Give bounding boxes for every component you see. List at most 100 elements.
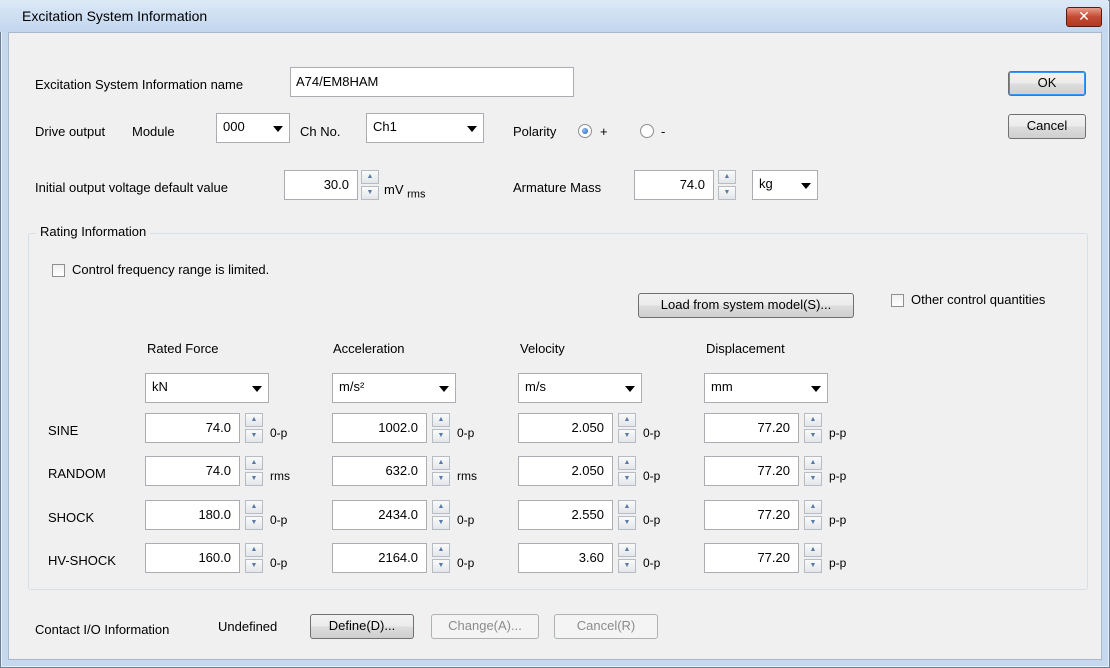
initial-voltage-input[interactable]: 30.0 bbox=[284, 170, 358, 200]
rating-value-input[interactable]: 2164.0 bbox=[332, 543, 427, 573]
name-label: Excitation System Information name bbox=[35, 77, 244, 92]
rating-value-spinner[interactable]: ▲ ▼ bbox=[432, 500, 450, 530]
rating-value-input[interactable]: 77.20 bbox=[704, 456, 799, 486]
polarity-plus-label: + bbox=[600, 124, 608, 139]
other-control-quantities-label: Other control quantities bbox=[911, 292, 1046, 307]
displacement-unit-select[interactable]: mm bbox=[704, 373, 828, 403]
rating-value-input[interactable]: 3.60 bbox=[518, 543, 613, 573]
contact-cancel-button[interactable]: Cancel(R) bbox=[554, 614, 658, 639]
rating-value-input[interactable]: 77.20 bbox=[704, 500, 799, 530]
rating-value-spinner[interactable]: ▲ ▼ bbox=[245, 456, 263, 486]
rating-value-spinner[interactable]: ▲ ▼ bbox=[432, 413, 450, 443]
polarity-minus-radio[interactable] bbox=[640, 124, 654, 138]
rating-value-input[interactable]: 74.0 bbox=[145, 456, 240, 486]
mass-unit-select[interactable]: kg bbox=[752, 170, 818, 200]
rating-value-spinner[interactable]: ▲ ▼ bbox=[432, 543, 450, 573]
rating-suffix: 0-p bbox=[643, 469, 661, 483]
armature-mass-input[interactable]: 74.0 bbox=[634, 170, 714, 200]
rating-suffix: p-p bbox=[829, 426, 847, 440]
acceleration-unit-value: m/s² bbox=[339, 379, 365, 394]
chevron-down-icon bbox=[801, 183, 811, 189]
rating-suffix: 0-p bbox=[270, 513, 288, 527]
row-label: HV-SHOCK bbox=[48, 553, 116, 568]
ok-button[interactable]: OK bbox=[1008, 71, 1086, 96]
rating-suffix: 0-p bbox=[643, 556, 661, 570]
rating-information-group bbox=[28, 233, 1088, 590]
armature-mass-spinner[interactable]: ▲ ▼ bbox=[718, 170, 736, 200]
rating-suffix: p-p bbox=[829, 556, 847, 570]
define-button[interactable]: Define(D)... bbox=[310, 614, 414, 639]
rating-value-input[interactable]: 74.0 bbox=[145, 413, 240, 443]
acceleration-unit-select[interactable]: m/s² bbox=[332, 373, 456, 403]
rating-value-spinner[interactable]: ▲ ▼ bbox=[245, 543, 263, 573]
name-input[interactable]: A74/EM8HAM bbox=[290, 67, 574, 97]
rating-suffix: 0-p bbox=[457, 556, 475, 570]
module-value: 000 bbox=[223, 119, 245, 134]
rating-value-spinner[interactable]: ▲ ▼ bbox=[618, 500, 636, 530]
polarity-label: Polarity bbox=[513, 124, 557, 139]
rating-value-input[interactable]: 77.20 bbox=[704, 413, 799, 443]
rating-suffix: rms bbox=[270, 469, 290, 483]
control-frequency-checkbox[interactable] bbox=[52, 264, 65, 277]
rating-suffix: 0-p bbox=[643, 426, 661, 440]
col-header-velocity: Velocity bbox=[520, 341, 565, 356]
ch-no-label: Ch No. bbox=[300, 124, 341, 139]
velocity-unit-value: m/s bbox=[525, 379, 546, 394]
rating-value-spinner[interactable]: ▲ ▼ bbox=[432, 456, 450, 486]
load-from-system-model-button[interactable]: Load from system model(S)... bbox=[638, 293, 854, 318]
chevron-down-icon bbox=[439, 386, 449, 392]
rating-value-spinner[interactable]: ▲ ▼ bbox=[245, 500, 263, 530]
rating-value-spinner[interactable]: ▲ ▼ bbox=[804, 543, 822, 573]
rating-value-input[interactable]: 77.20 bbox=[704, 543, 799, 573]
rating-suffix: 0-p bbox=[643, 513, 661, 527]
col-header-rated-force: Rated Force bbox=[147, 341, 219, 356]
rating-value-input[interactable]: 2.050 bbox=[518, 456, 613, 486]
other-control-quantities-checkbox[interactable] bbox=[891, 294, 904, 307]
rating-value-input[interactable]: 180.0 bbox=[145, 500, 240, 530]
row-label: SINE bbox=[48, 423, 79, 438]
chevron-down-icon bbox=[467, 126, 477, 132]
rating-information-title: Rating Information bbox=[36, 224, 151, 239]
rating-value-spinner[interactable]: ▲ ▼ bbox=[618, 456, 636, 486]
module-label: Module bbox=[132, 124, 175, 139]
contact-io-label: Contact I/O Information bbox=[35, 622, 170, 637]
row-label: SHOCK bbox=[48, 510, 95, 525]
initial-voltage-unit: mV rms bbox=[384, 182, 425, 201]
cancel-button[interactable]: Cancel bbox=[1008, 114, 1086, 139]
rating-suffix: rms bbox=[457, 469, 477, 483]
rating-suffix: 0-p bbox=[457, 426, 475, 440]
rating-value-spinner[interactable]: ▲ ▼ bbox=[804, 500, 822, 530]
change-button[interactable]: Change(A)... bbox=[431, 614, 539, 639]
velocity-unit-select[interactable]: m/s bbox=[518, 373, 642, 403]
displacement-unit-value: mm bbox=[711, 379, 733, 394]
rating-value-input[interactable]: 1002.0 bbox=[332, 413, 427, 443]
rating-suffix: 0-p bbox=[457, 513, 475, 527]
force-unit-select[interactable]: kN bbox=[145, 373, 269, 403]
channel-value: Ch1 bbox=[373, 119, 397, 134]
rating-value-spinner[interactable]: ▲ ▼ bbox=[618, 413, 636, 443]
initial-voltage-label: Initial output voltage default value bbox=[35, 180, 228, 195]
rating-value-spinner[interactable]: ▲ ▼ bbox=[618, 543, 636, 573]
module-select[interactable]: 000 bbox=[216, 113, 290, 143]
drive-output-label: Drive output bbox=[35, 124, 106, 139]
col-header-displacement: Displacement bbox=[706, 341, 785, 356]
voltage-unit-sub: rms bbox=[407, 188, 426, 201]
rating-value-spinner[interactable]: ▲ ▼ bbox=[804, 413, 822, 443]
rating-value-input[interactable]: 2434.0 bbox=[332, 500, 427, 530]
row-label: RANDOM bbox=[48, 466, 106, 481]
rating-value-input[interactable]: 2.550 bbox=[518, 500, 613, 530]
rating-value-input[interactable]: 632.0 bbox=[332, 456, 427, 486]
chevron-down-icon bbox=[273, 126, 283, 132]
close-icon[interactable]: ✕ bbox=[1066, 7, 1102, 27]
initial-voltage-spinner[interactable]: ▲ ▼ bbox=[361, 170, 379, 200]
force-unit-value: kN bbox=[152, 379, 168, 394]
rating-value-input[interactable]: 2.050 bbox=[518, 413, 613, 443]
chevron-down-icon bbox=[252, 386, 262, 392]
channel-select[interactable]: Ch1 bbox=[366, 113, 484, 143]
rating-suffix: p-p bbox=[829, 513, 847, 527]
rating-value-spinner[interactable]: ▲ ▼ bbox=[245, 413, 263, 443]
rating-value-input[interactable]: 160.0 bbox=[145, 543, 240, 573]
rating-value-spinner[interactable]: ▲ ▼ bbox=[804, 456, 822, 486]
col-header-acceleration: Acceleration bbox=[333, 341, 405, 356]
polarity-plus-radio[interactable] bbox=[578, 124, 592, 138]
